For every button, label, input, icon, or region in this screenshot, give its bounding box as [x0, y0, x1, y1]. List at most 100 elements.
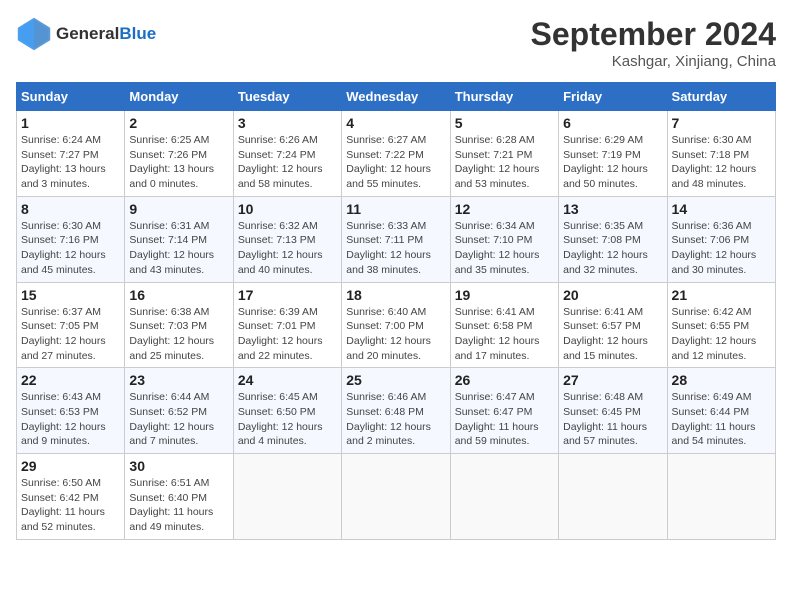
calendar-cell: 11 Sunrise: 6:33 AMSunset: 7:11 PMDayligh… — [342, 196, 450, 282]
day-number: 19 — [455, 287, 554, 303]
calendar-cell — [667, 454, 775, 540]
month-title: September 2024 — [531, 16, 776, 53]
calendar-table: SundayMondayTuesdayWednesdayThursdayFrid… — [16, 82, 776, 540]
calendar-cell: 15Sunrise: 6:37 AMSunset: 7:05 PMDayligh… — [17, 282, 125, 368]
day-number: 6 — [563, 115, 662, 131]
day-number: 8 — [21, 201, 120, 217]
weekday-header: Thursday — [450, 83, 558, 111]
calendar-cell: 19 Sunrise: 6:41 AMSunset: 6:58 PMDayligh… — [450, 282, 558, 368]
calendar-cell: 16 Sunrise: 6:38 AMSunset: 7:03 PMDayligh… — [125, 282, 233, 368]
day-info: Sunrise: 6:26 AMSunset: 7:24 PMDaylight:… — [238, 133, 337, 192]
day-info: Sunrise: 6:35 AMSunset: 7:08 PMDaylight:… — [563, 219, 662, 278]
day-number: 21 — [672, 287, 771, 303]
calendar-cell: 24 Sunrise: 6:45 AMSunset: 6:50 PMDayligh… — [233, 368, 341, 454]
day-number: 29 — [21, 458, 120, 474]
calendar-week-row: 8 Sunrise: 6:30 AMSunset: 7:16 PMDaylight… — [17, 196, 776, 282]
day-number: 13 — [563, 201, 662, 217]
day-info: Sunrise: 6:48 AMSunset: 6:45 PMDaylight:… — [563, 390, 662, 449]
calendar-cell: 4 Sunrise: 6:27 AMSunset: 7:22 PMDaylight… — [342, 111, 450, 197]
logo-text: GeneralBlue — [56, 25, 156, 44]
calendar-cell: 30Sunrise: 6:51 AMSunset: 6:40 PMDayligh… — [125, 454, 233, 540]
calendar-cell: 14 Sunrise: 6:36 AMSunset: 7:06 PMDayligh… — [667, 196, 775, 282]
day-info: Sunrise: 6:45 AMSunset: 6:50 PMDaylight:… — [238, 390, 337, 449]
calendar-cell: 21 Sunrise: 6:42 AMSunset: 6:55 PMDayligh… — [667, 282, 775, 368]
calendar-cell: 6 Sunrise: 6:29 AMSunset: 7:19 PMDaylight… — [559, 111, 667, 197]
day-info: Sunrise: 6:39 AMSunset: 7:01 PMDaylight:… — [238, 305, 337, 364]
day-number: 20 — [563, 287, 662, 303]
calendar-cell: 28Sunrise: 6:49 AMSunset: 6:44 PMDayligh… — [667, 368, 775, 454]
day-number: 22 — [21, 372, 120, 388]
day-info: Sunrise: 6:40 AMSunset: 7:00 PMDaylight:… — [346, 305, 445, 364]
calendar-cell — [233, 454, 341, 540]
calendar-cell — [450, 454, 558, 540]
day-info: Sunrise: 6:44 AMSunset: 6:52 PMDaylight:… — [129, 390, 228, 449]
calendar-week-row: 29Sunrise: 6:50 AMSunset: 6:42 PMDayligh… — [17, 454, 776, 540]
day-info: Sunrise: 6:41 AMSunset: 6:58 PMDaylight:… — [455, 305, 554, 364]
day-info: Sunrise: 6:27 AMSunset: 7:22 PMDaylight:… — [346, 133, 445, 192]
calendar-cell: 12Sunrise: 6:34 AMSunset: 7:10 PMDayligh… — [450, 196, 558, 282]
day-info: Sunrise: 6:51 AMSunset: 6:40 PMDaylight:… — [129, 476, 228, 535]
day-number: 27 — [563, 372, 662, 388]
calendar-cell: 18 Sunrise: 6:40 AMSunset: 7:00 PMDayligh… — [342, 282, 450, 368]
day-number: 15 — [21, 287, 120, 303]
calendar-cell: 10 Sunrise: 6:32 AMSunset: 7:13 PMDayligh… — [233, 196, 341, 282]
weekday-header: Tuesday — [233, 83, 341, 111]
day-info: Sunrise: 6:32 AMSunset: 7:13 PMDaylight:… — [238, 219, 337, 278]
day-number: 25 — [346, 372, 445, 388]
day-info: Sunrise: 6:38 AMSunset: 7:03 PMDaylight:… — [129, 305, 228, 364]
calendar-cell: 25Sunrise: 6:46 AMSunset: 6:48 PMDayligh… — [342, 368, 450, 454]
logo-blue-text: Blue — [119, 24, 156, 43]
day-number: 5 — [455, 115, 554, 131]
weekday-header: Saturday — [667, 83, 775, 111]
calendar-cell: 22 Sunrise: 6:43 AMSunset: 6:53 PMDayligh… — [17, 368, 125, 454]
day-number: 4 — [346, 115, 445, 131]
calendar-cell: 26 Sunrise: 6:47 AMSunset: 6:47 PMDayligh… — [450, 368, 558, 454]
calendar-cell: 9Sunrise: 6:31 AMSunset: 7:14 PMDaylight… — [125, 196, 233, 282]
calendar-cell: 5 Sunrise: 6:28 AMSunset: 7:21 PMDaylight… — [450, 111, 558, 197]
logo-general: General — [56, 24, 119, 43]
calendar-cell: 20 Sunrise: 6:41 AMSunset: 6:57 PMDayligh… — [559, 282, 667, 368]
calendar-week-row: 22 Sunrise: 6:43 AMSunset: 6:53 PMDayligh… — [17, 368, 776, 454]
day-number: 11 — [346, 201, 445, 217]
weekday-header: Friday — [559, 83, 667, 111]
day-number: 28 — [672, 372, 771, 388]
day-number: 23 — [129, 372, 228, 388]
day-number: 14 — [672, 201, 771, 217]
page-header: GeneralBlue September 2024 Kashgar, Xinj… — [16, 16, 776, 70]
day-info: Sunrise: 6:42 AMSunset: 6:55 PMDaylight:… — [672, 305, 771, 364]
day-number: 18 — [346, 287, 445, 303]
calendar-cell: 1Sunrise: 6:24 AMSunset: 7:27 PMDaylight… — [17, 111, 125, 197]
day-number: 24 — [238, 372, 337, 388]
calendar-week-row: 1Sunrise: 6:24 AMSunset: 7:27 PMDaylight… — [17, 111, 776, 197]
day-info: Sunrise: 6:36 AMSunset: 7:06 PMDaylight:… — [672, 219, 771, 278]
day-info: Sunrise: 6:30 AMSunset: 7:16 PMDaylight:… — [21, 219, 120, 278]
day-info: Sunrise: 6:25 AMSunset: 7:26 PMDaylight:… — [129, 133, 228, 192]
day-info: Sunrise: 6:47 AMSunset: 6:47 PMDaylight:… — [455, 390, 554, 449]
calendar-cell: 29Sunrise: 6:50 AMSunset: 6:42 PMDayligh… — [17, 454, 125, 540]
day-info: Sunrise: 6:29 AMSunset: 7:19 PMDaylight:… — [563, 133, 662, 192]
weekday-header: Monday — [125, 83, 233, 111]
calendar-cell: 8 Sunrise: 6:30 AMSunset: 7:16 PMDaylight… — [17, 196, 125, 282]
calendar-cell: 7Sunrise: 6:30 AMSunset: 7:18 PMDaylight… — [667, 111, 775, 197]
day-info: Sunrise: 6:28 AMSunset: 7:21 PMDaylight:… — [455, 133, 554, 192]
day-number: 7 — [672, 115, 771, 131]
calendar-week-row: 15Sunrise: 6:37 AMSunset: 7:05 PMDayligh… — [17, 282, 776, 368]
weekday-header: Wednesday — [342, 83, 450, 111]
day-number: 17 — [238, 287, 337, 303]
title-block: September 2024 Kashgar, Xinjiang, China — [531, 16, 776, 70]
location: Kashgar, Xinjiang, China — [531, 53, 776, 70]
calendar-cell: 3Sunrise: 6:26 AMSunset: 7:24 PMDaylight… — [233, 111, 341, 197]
calendar-cell: 17 Sunrise: 6:39 AMSunset: 7:01 PMDayligh… — [233, 282, 341, 368]
day-info: Sunrise: 6:33 AMSunset: 7:11 PMDaylight:… — [346, 219, 445, 278]
day-number: 12 — [455, 201, 554, 217]
calendar-cell: 27 Sunrise: 6:48 AMSunset: 6:45 PMDayligh… — [559, 368, 667, 454]
calendar-cell: 2Sunrise: 6:25 AMSunset: 7:26 PMDaylight… — [125, 111, 233, 197]
day-number: 26 — [455, 372, 554, 388]
day-info: Sunrise: 6:41 AMSunset: 6:57 PMDaylight:… — [563, 305, 662, 364]
day-number: 10 — [238, 201, 337, 217]
calendar-cell: 23 Sunrise: 6:44 AMSunset: 6:52 PMDayligh… — [125, 368, 233, 454]
day-number: 16 — [129, 287, 228, 303]
calendar-cell: 13 Sunrise: 6:35 AMSunset: 7:08 PMDayligh… — [559, 196, 667, 282]
calendar-cell — [342, 454, 450, 540]
day-info: Sunrise: 6:43 AMSunset: 6:53 PMDaylight:… — [21, 390, 120, 449]
